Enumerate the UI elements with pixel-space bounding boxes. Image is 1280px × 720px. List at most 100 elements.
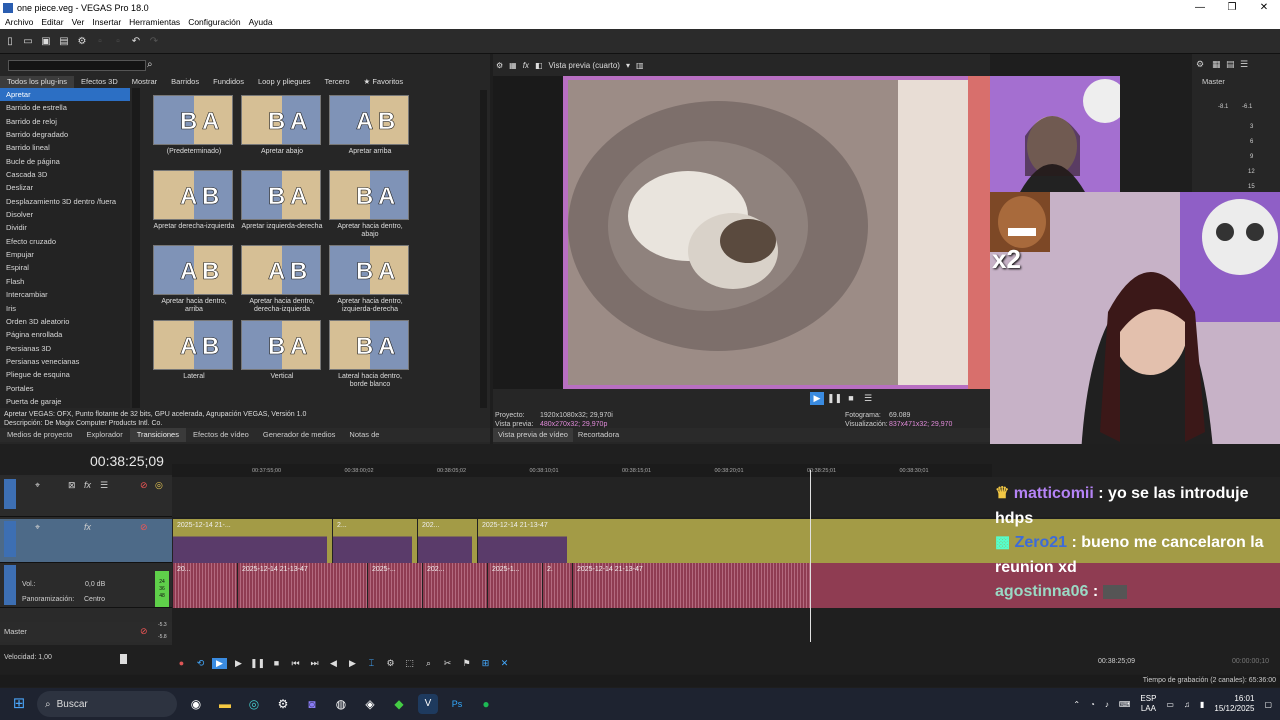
track-1-solo-icon[interactable]: ◎ — [155, 480, 163, 491]
playhead[interactable] — [810, 470, 811, 642]
plugin-list-item[interactable]: Disolver — [0, 208, 130, 221]
chrome-icon[interactable]: ◎ — [244, 694, 264, 714]
tab-generador-medios[interactable]: Generador de medios — [256, 428, 343, 442]
record-icon[interactable]: ● — [174, 658, 189, 668]
menu-archivo[interactable]: Archivo — [5, 17, 33, 27]
audio-clip[interactable]: 2025-... — [367, 563, 422, 608]
spotify-icon[interactable]: ● — [476, 694, 496, 714]
new-file-icon[interactable]: ▯ — [4, 36, 16, 47]
tab-fundidos[interactable]: Fundidos — [206, 76, 251, 88]
redo-icon[interactable]: ↷ — [148, 36, 160, 47]
obs-icon[interactable]: ◍ — [331, 694, 351, 714]
play-from-start-icon[interactable]: ▶ — [212, 657, 227, 669]
plugin-list-item[interactable]: Barrido lineal — [0, 141, 130, 154]
audio-clip[interactable]: 20... — [172, 563, 237, 608]
go-start-icon[interactable]: ⏮ — [288, 658, 303, 669]
mixer-panel-icon[interactable]: ▦ — [1212, 59, 1221, 70]
language-indicator[interactable]: ESP LAA — [1140, 694, 1156, 714]
mixer-settings-icon[interactable]: ⚙ — [1196, 59, 1204, 70]
settings-gear-icon[interactable]: ⚙ — [76, 36, 88, 47]
menu-insertar[interactable]: Insertar — [92, 17, 121, 27]
tab-transiciones[interactable]: Transiciones — [129, 428, 186, 442]
undo-icon[interactable]: ↶ — [130, 36, 142, 47]
stop-icon-bottom[interactable]: ■ — [269, 658, 284, 668]
render-icon[interactable]: ▤ — [58, 36, 70, 47]
edit-tool-icon[interactable]: ⌶ — [364, 658, 379, 669]
menu-ver[interactable]: Ver — [72, 17, 85, 27]
copy-icon[interactable]: ▫ — [112, 36, 124, 47]
preset-thumbnail[interactable]: A B Lateral — [153, 320, 235, 381]
audio-clip[interactable]: 202... — [422, 563, 487, 608]
track-1-motion-icon[interactable]: ⌖ — [35, 480, 40, 491]
cut-icon[interactable]: ▫ — [94, 36, 106, 47]
plugin-list-item[interactable]: Deslizar — [0, 181, 130, 194]
track-2-fx-icon[interactable]: fx — [84, 522, 91, 532]
video-clip[interactable]: 2025-12-14 21-... — [172, 519, 327, 563]
xbox-icon[interactable]: ◆ — [389, 694, 409, 714]
zoom-tool-icon[interactable]: ⌕ — [421, 658, 436, 669]
audio-clip[interactable]: 2025-12-14 21-13-47 — [237, 563, 367, 608]
overlays-icon[interactable]: ▥ — [636, 61, 644, 70]
vegas-taskbar-icon[interactable]: V — [418, 694, 438, 714]
preset-thumbnail[interactable]: B A Vertical — [241, 320, 323, 381]
audio-clip[interactable]: 2025-12-14 21-13-47 — [572, 563, 812, 608]
split-icon[interactable]: ✂ — [440, 658, 455, 669]
preset-thumbnail[interactable]: B A Apretar hacia dentro, abajo — [329, 170, 411, 239]
maximize-button[interactable]: ❐ — [1216, 0, 1248, 15]
windows-start-icon[interactable]: ⊞ — [9, 694, 29, 714]
video-clip[interactable]: 2... — [332, 519, 412, 563]
track-3-color-bar[interactable] — [4, 565, 16, 605]
tab-recortadora[interactable]: Recortadora — [573, 428, 624, 442]
preset-thumbnail[interactable]: A B Apretar derecha-izquierda — [153, 170, 235, 231]
menu-editar[interactable]: Editar — [41, 17, 63, 27]
audio-clip[interactable]: 2. — [542, 563, 572, 608]
track-1-menu-icon[interactable]: ☰ — [100, 480, 108, 491]
plugin-list-item[interactable]: Efecto cruzado — [0, 235, 130, 248]
track-2-mute-icon[interactable]: ⊘ — [140, 522, 148, 533]
plugin-list-item[interactable]: Bucle de página — [0, 155, 130, 168]
pan-value[interactable]: Centro — [84, 596, 105, 603]
chevron-down-icon[interactable]: ▾ — [626, 61, 630, 70]
tab-favoritos[interactable]: ★ Favoritos — [357, 76, 411, 88]
audio-clip[interactable]: 2025-1... — [487, 563, 542, 608]
tab-3d-effects[interactable]: Efectos 3D — [74, 76, 125, 88]
menu-herramientas[interactable]: Herramientas — [129, 17, 180, 27]
plugin-list-item[interactable]: Puerta de garaje — [0, 395, 130, 408]
video-clip[interactable]: 2025-12-14 21-13-47 — [477, 519, 567, 563]
plugin-list-item[interactable]: Persianas 3D — [0, 342, 130, 355]
plugin-list-item[interactable]: Desplazamiento 3D dentro /fuera — [0, 195, 130, 208]
volume-icon[interactable]: ♫ — [1184, 700, 1190, 709]
next-frame-icon[interactable]: ▶ — [345, 658, 360, 669]
preset-thumbnail[interactable]: A B Apretar hacia dentro, derecha-izquierd… — [241, 245, 323, 314]
select-tool-icon[interactable]: ⬚ — [402, 658, 417, 669]
preview-device-icon[interactable]: ▦ — [509, 61, 517, 70]
plugin-list-item[interactable]: Portales — [0, 382, 130, 395]
plugin-list-item[interactable]: Página enrollada — [0, 328, 130, 341]
preset-thumbnail[interactable]: B A Lateral hacia dentro, borde blanco — [329, 320, 411, 389]
taskbar-search[interactable]: ⌕ Buscar — [37, 691, 177, 717]
tab-efectos-video[interactable]: Efectos de vídeo — [186, 428, 256, 442]
plugin-list-item[interactable]: Flash — [0, 275, 130, 288]
settings-icon[interactable]: ⚙ — [273, 694, 293, 714]
plugin-list-item[interactable]: Barrido de estrella — [0, 101, 130, 114]
preset-thumbnail[interactable]: B A (Predeterminado) — [153, 95, 235, 156]
tab-medios-proyecto[interactable]: Medios de proyecto — [0, 428, 79, 442]
pause-icon[interactable]: ❚❚ — [827, 392, 842, 405]
plugin-list-item[interactable]: Iris — [0, 302, 130, 315]
tab-mostrar[interactable]: Mostrar — [125, 76, 164, 88]
tab-explorador[interactable]: Explorador — [79, 428, 129, 442]
tab-vista-previa-video[interactable]: Vista previa de vídeo — [493, 428, 573, 442]
marker-icon[interactable]: ⚑ — [459, 658, 474, 669]
preview-settings-icon[interactable]: ⚙ — [496, 61, 503, 70]
plugin-list-item[interactable]: Orden 3D aleatorio — [0, 315, 130, 328]
close-button[interactable]: ✕ — [1248, 0, 1280, 15]
wifi-icon[interactable]: ◔ — [1090, 700, 1095, 709]
speed-slider-handle[interactable] — [120, 654, 127, 664]
menu-configuracion[interactable]: Configuración — [188, 17, 240, 27]
prev-frame-icon[interactable]: ◀ — [326, 658, 341, 669]
plugin-list-item[interactable]: Barrido de reloj — [0, 115, 130, 128]
tab-tercero[interactable]: Tercero — [318, 76, 357, 88]
plugin-list-item[interactable]: Dividir — [0, 221, 130, 234]
stop-icon[interactable]: ■ — [844, 392, 858, 405]
preview-quality-dropdown[interactable]: Vista previa (cuarto) — [549, 61, 620, 70]
